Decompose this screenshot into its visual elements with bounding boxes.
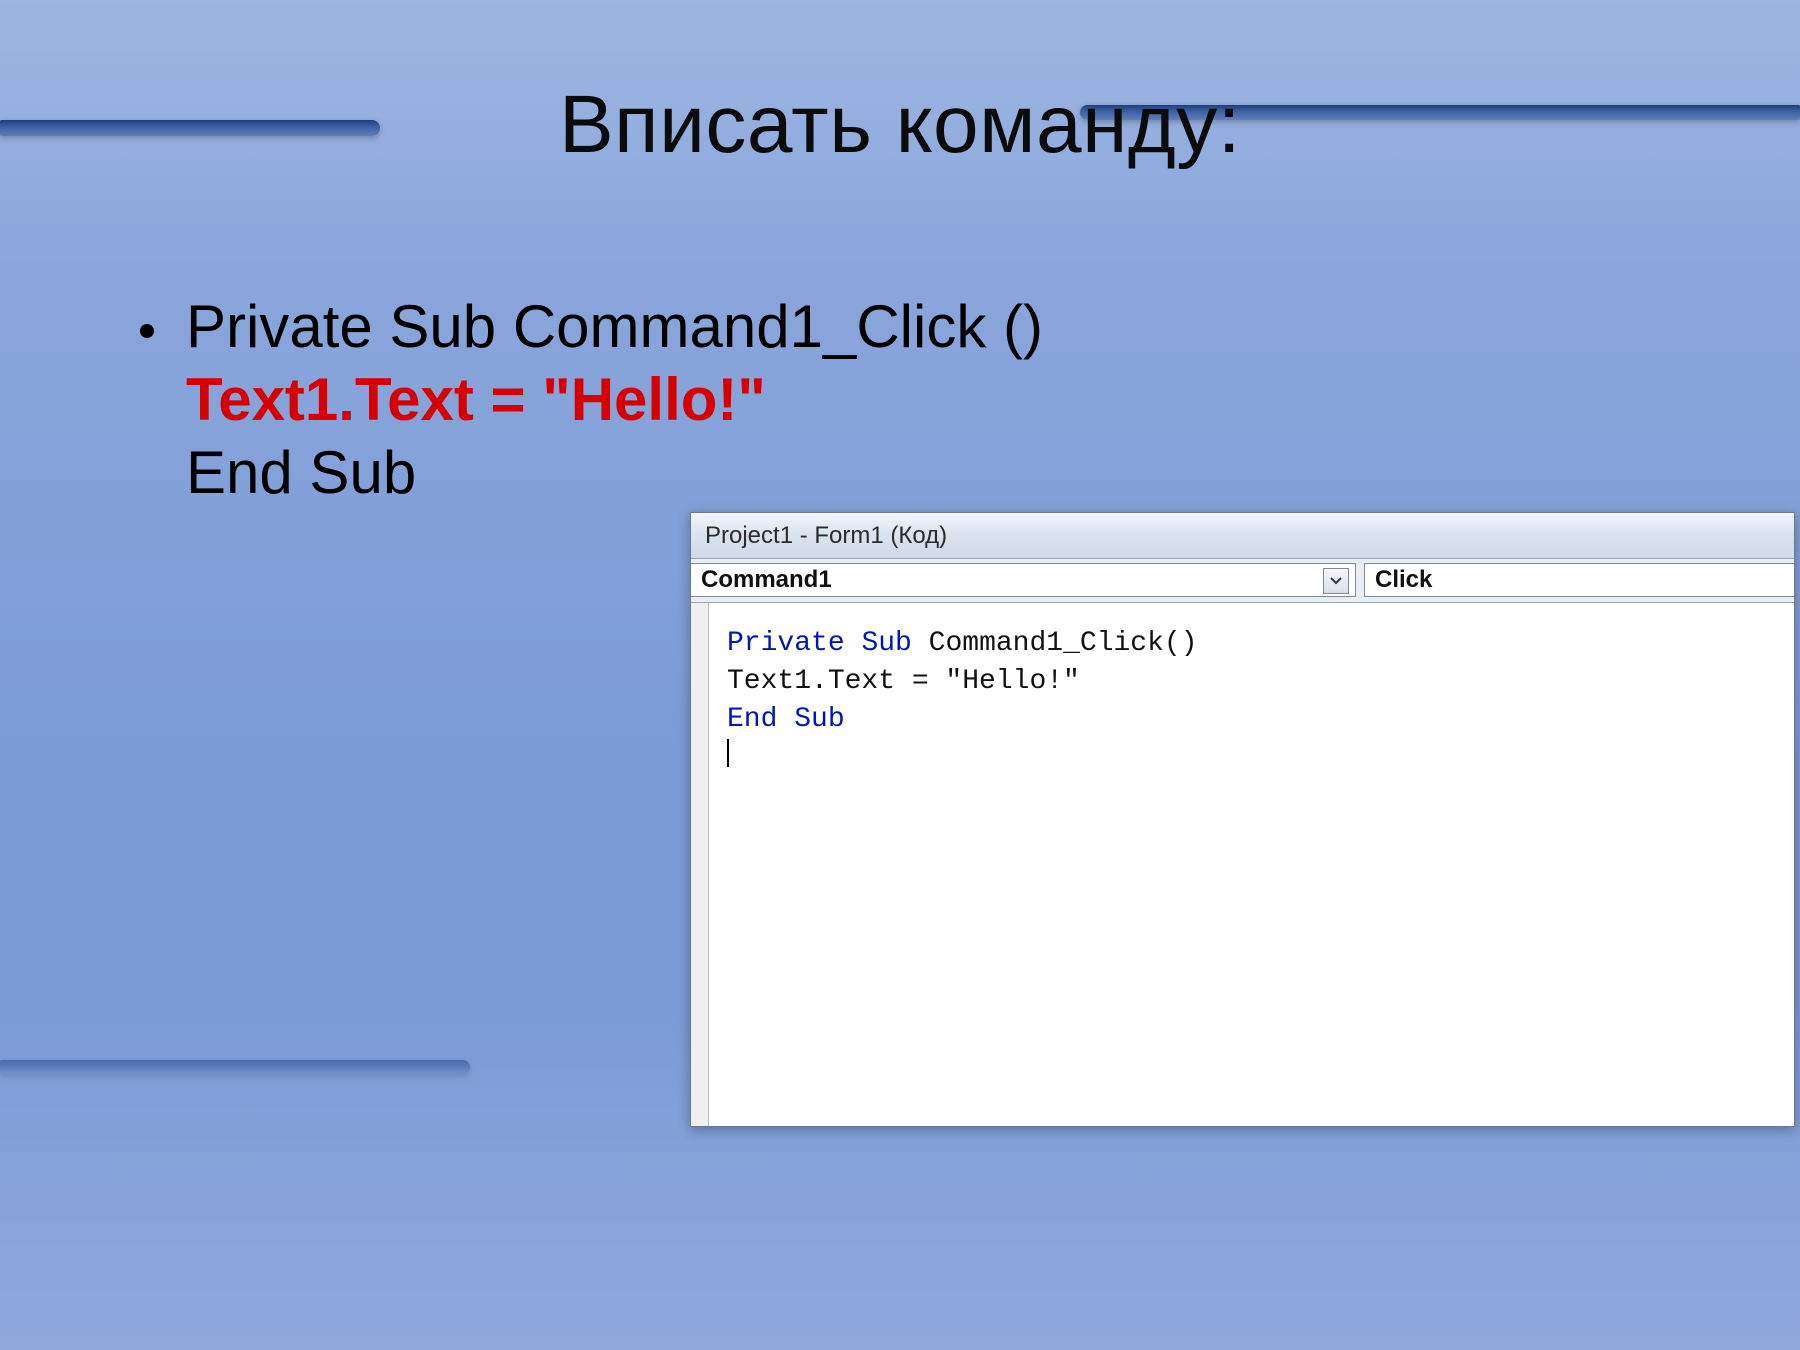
code-dropdown-bar: Command1 Click (691, 559, 1794, 603)
vb-code-window: Project1 - Form1 (Код) Command1 Click Pr… (690, 512, 1795, 1127)
text-cursor (727, 739, 729, 767)
event-dropdown-value: Click (1375, 566, 1432, 594)
bullet-dot-icon (140, 324, 154, 338)
code-text: Command1_Click() (912, 628, 1198, 659)
keyword: Sub (861, 628, 911, 659)
bullet-text: Private Sub Command1_Click () Text1.Text… (186, 290, 1043, 510)
code-editor[interactable]: Private Sub Command1_Click() Text1.Text … (709, 603, 1794, 1126)
code-text: Text1.Text = "Hello!" (727, 666, 1080, 697)
code-line-1: Private Sub Command1_Click () (186, 293, 1043, 360)
bullet-item: Private Sub Command1_Click () Text1.Text… (140, 290, 1640, 510)
keyword: End (727, 704, 777, 735)
window-titlebar: Project1 - Form1 (Код) (691, 513, 1794, 559)
keyword: Sub (794, 704, 844, 735)
code-line-2-highlight: Text1.Text = "Hello!" (186, 366, 766, 433)
decoration-bar (0, 1060, 470, 1074)
slide-content: Private Sub Command1_Click () Text1.Text… (140, 290, 1640, 510)
keyword: Private (727, 628, 845, 659)
object-dropdown[interactable]: Command1 (691, 563, 1356, 597)
code-gutter (691, 603, 709, 1126)
code-body: Private Sub Command1_Click() Text1.Text … (691, 603, 1794, 1126)
window-title: Project1 - Form1 (Код) (705, 522, 947, 550)
chevron-down-icon[interactable] (1323, 568, 1349, 594)
slide-title: Вписать команду: (0, 78, 1800, 172)
event-dropdown[interactable]: Click (1364, 563, 1794, 597)
code-line-3: End Sub (186, 439, 416, 506)
object-dropdown-value: Command1 (701, 566, 832, 594)
